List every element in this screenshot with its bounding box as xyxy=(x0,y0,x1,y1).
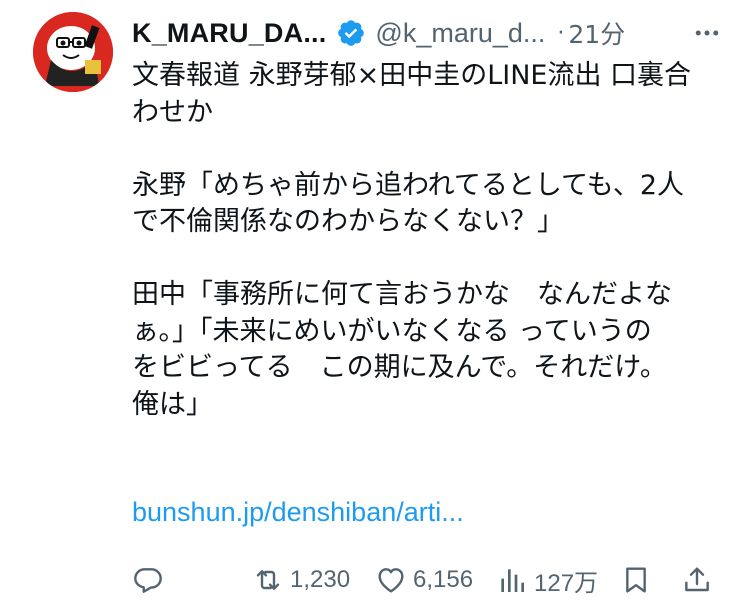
tweet-header: K_MARU_DA... @k_maru_d... · 21分 xyxy=(132,12,722,54)
tweet-text-line: で不倫関係なのわからなくない？」 xyxy=(132,206,564,237)
avatar[interactable] xyxy=(33,12,113,92)
share-button[interactable] xyxy=(681,558,713,602)
avatar-image xyxy=(33,12,113,92)
tweet-text: 文春報道 永野芽郁×田中圭のLINE流出 口裏合 わせか 永野「めちゃ前から追わ… xyxy=(132,58,732,423)
bookmark-icon xyxy=(620,564,652,596)
heart-icon xyxy=(375,564,407,596)
author-handle[interactable]: @k_maru_d... xyxy=(375,18,545,49)
views-button[interactable]: 127万 xyxy=(496,558,598,602)
retweet-icon xyxy=(252,564,284,596)
tweet-text-line: をビビってる この期に及んで。それだけ。 xyxy=(132,352,667,383)
separator-dot: · xyxy=(557,20,565,46)
author-display-name[interactable]: K_MARU_DA... xyxy=(132,18,326,49)
tweet-timestamp[interactable]: 21分 xyxy=(568,15,625,51)
tweet-text-line: ぁ。」「未来にめいがいなくなる っていうの xyxy=(132,315,652,347)
tweet-text-line: 文春報道 永野芽郁×田中圭のLINE流出 口裏合 xyxy=(132,60,692,91)
share-icon xyxy=(681,564,713,596)
reply-icon xyxy=(132,564,164,596)
views-icon xyxy=(496,564,528,596)
tweet-text-line: 田中「事務所に何て言おうかな なんだよな xyxy=(132,279,672,310)
more-options-icon[interactable] xyxy=(692,12,722,54)
tweet-text-line: 永野「めちゃ前から追われてるとしても、2人 xyxy=(132,169,685,201)
like-button[interactable]: 6,156 xyxy=(375,558,473,602)
tweet-text-line: わせか xyxy=(132,96,213,128)
tweet-link[interactable]: bunshun.jp/denshiban/arti... xyxy=(132,497,464,528)
action-bar: 1,230 6,156 127万 xyxy=(132,558,717,602)
tweet-text-line: 俺は」 xyxy=(132,388,213,420)
bookmark-button[interactable] xyxy=(620,558,652,602)
retweet-count: 1,230 xyxy=(290,566,351,593)
like-count: 6,156 xyxy=(413,566,474,593)
views-count: 127万 xyxy=(534,569,599,597)
verified-badge-icon xyxy=(336,18,366,48)
reply-button[interactable] xyxy=(132,558,164,602)
retweet-button[interactable]: 1,230 xyxy=(252,558,350,602)
